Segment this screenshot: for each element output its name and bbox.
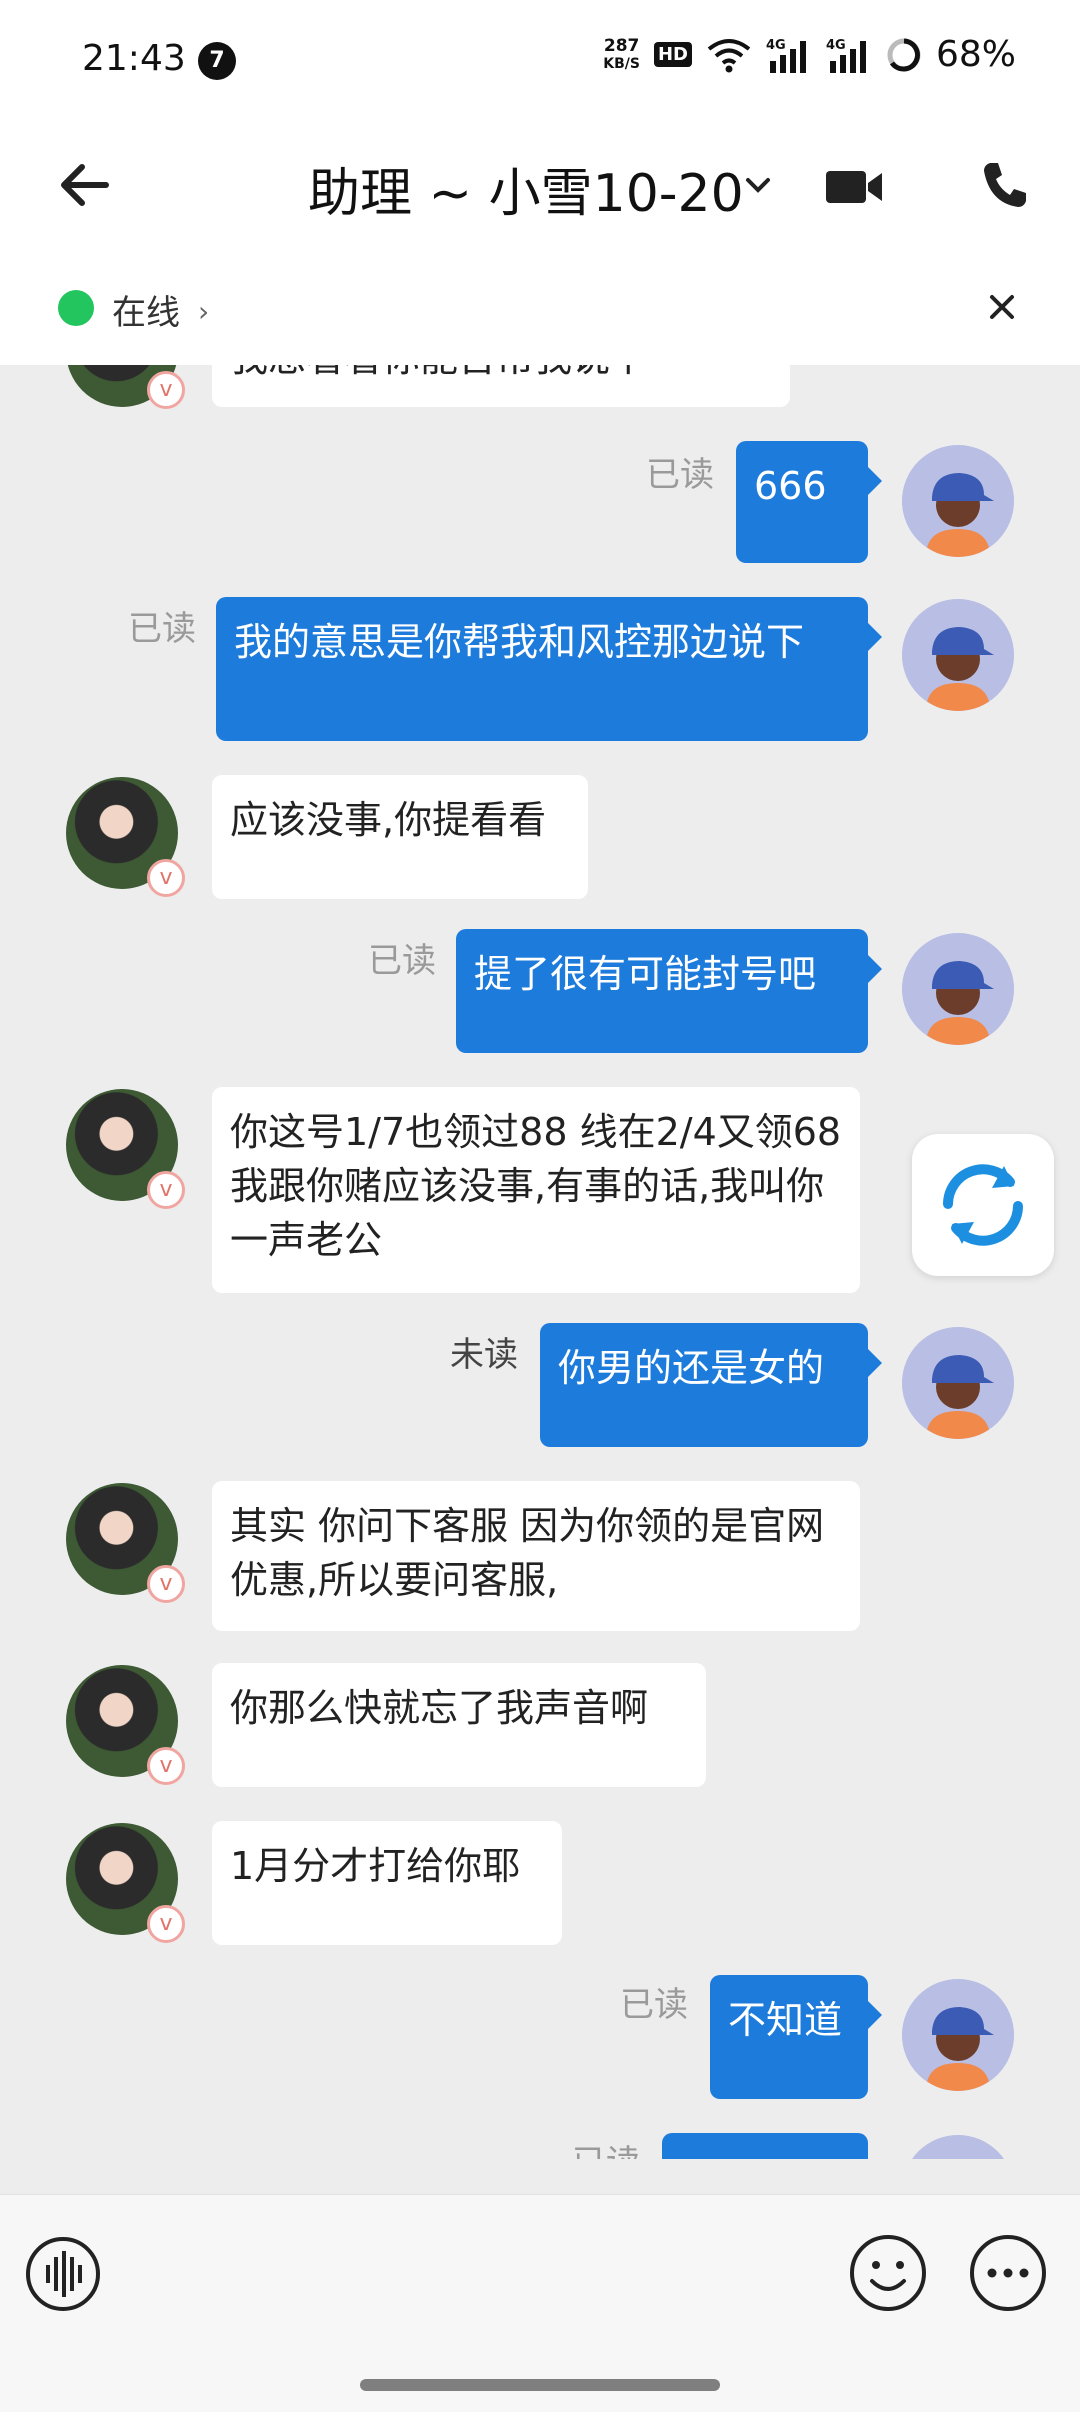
verified-badge: v: [147, 1171, 185, 1209]
signal-4g-icon-2: 4G: [826, 38, 866, 73]
status-time: 21:43: [82, 38, 186, 79]
notification-badge: 7: [198, 42, 236, 80]
message-bubble-outgoing[interactable]: 你男的还是女的: [540, 1323, 882, 1447]
status-icons: 287 KB/S HD 4G 4G 68%: [603, 34, 1016, 75]
net-speed: 287 KB/S: [603, 37, 640, 73]
read-status: 已读: [620, 1985, 688, 2025]
chevron-down-icon[interactable]: [738, 165, 778, 205]
avatar-person-icon: [902, 445, 1014, 557]
message-bubble-incoming[interactable]: 你那么快就忘了我声音啊: [212, 1663, 706, 1787]
phone-icon[interactable]: [978, 157, 1030, 213]
video-camera-icon[interactable]: [822, 159, 886, 215]
hd-icon: HD: [653, 42, 692, 67]
verified-badge: v: [147, 1747, 185, 1785]
my-avatar[interactable]: [902, 2135, 1014, 2159]
read-status: 已读: [128, 609, 196, 649]
wifi-icon: [707, 38, 751, 72]
message-bubble-incoming[interactable]: 1月分才打给你耶: [212, 1821, 562, 1945]
message-bubble-outgoing[interactable]: [662, 2133, 868, 2159]
home-indicator[interactable]: [360, 2379, 720, 2391]
my-avatar[interactable]: [902, 445, 1014, 557]
battery-percent: 68%: [935, 34, 1016, 75]
svg-text:4G: 4G: [826, 38, 846, 53]
signal-4g-icon: 4G: [766, 38, 806, 73]
message-bubble-incoming[interactable]: 应该没事,你提看看: [212, 775, 588, 899]
verified-badge: v: [147, 371, 185, 409]
online-dot: [58, 290, 94, 326]
chevron-right-icon: ›: [198, 295, 210, 328]
refresh-button[interactable]: [912, 1134, 1054, 1276]
more-icon[interactable]: [968, 2233, 1048, 2313]
refresh-icon: [943, 1164, 1023, 1246]
input-bar: [0, 2194, 1080, 2412]
message-bubble-outgoing[interactable]: 提了很有可能封号吧: [456, 929, 882, 1053]
unread-status: 未读: [450, 1335, 518, 1375]
voice-icon[interactable]: [24, 2235, 102, 2313]
chat-title[interactable]: 助理 ~ 小雪10-20: [308, 151, 744, 226]
message-bubble-incoming[interactable]: 其实 你问下客服 因为你领的是官网优惠,所以要问客服,: [212, 1481, 860, 1631]
battery-icon: [887, 38, 921, 71]
message-bubble-incoming[interactable]: 我想看看你能否帮我说下: [212, 365, 790, 407]
my-avatar[interactable]: [902, 1327, 1014, 1439]
message-bubble-incoming[interactable]: 你这号1/7也领过88 线在2/4又领68 我跟你赌应该没事,有事的话,我叫你一…: [212, 1087, 860, 1293]
net-speed-value: 287: [603, 35, 640, 56]
message-bubble-outgoing[interactable]: 不知道: [710, 1975, 882, 2099]
svg-text:4G: 4G: [766, 38, 786, 53]
read-status: 已读: [646, 455, 714, 495]
online-status-bar[interactable]: 在线 ›: [0, 245, 1080, 365]
my-avatar[interactable]: [902, 599, 1014, 711]
avatar-person-icon: [912, 2135, 1004, 2159]
online-status-text: 在线: [112, 293, 180, 333]
status-bar: 21:43 7 287 KB/S HD 4G 4G 68%: [0, 0, 1080, 125]
read-status: 已读: [368, 941, 436, 981]
arrow-left-icon[interactable]: [56, 155, 116, 215]
message-bubble-outgoing[interactable]: 我的意思是你帮我和风控那边说下: [216, 597, 882, 741]
my-avatar[interactable]: [902, 933, 1014, 1045]
avatar-person-icon: [902, 933, 1014, 1045]
title-bar: 助理 ~ 小雪10-20: [0, 125, 1080, 245]
avatar-person-icon: [902, 1979, 1014, 2091]
verified-badge: v: [147, 1905, 185, 1943]
avatar-person-icon: [902, 599, 1014, 711]
avatar-person-icon: [902, 1327, 1014, 1439]
message-bubble-outgoing[interactable]: 666: [736, 441, 882, 563]
chat-screen: 21:43 7 287 KB/S HD 4G 4G 68% 助理 ~ 小雪10-…: [0, 0, 1080, 2412]
read-status: 已读: [572, 2135, 640, 2159]
emoji-icon[interactable]: [848, 2233, 928, 2313]
verified-badge: v: [147, 859, 185, 897]
verified-badge: v: [147, 1565, 185, 1603]
my-avatar[interactable]: [902, 1979, 1014, 2091]
net-speed-unit: KB/S: [603, 55, 640, 72]
close-icon[interactable]: [982, 287, 1022, 327]
